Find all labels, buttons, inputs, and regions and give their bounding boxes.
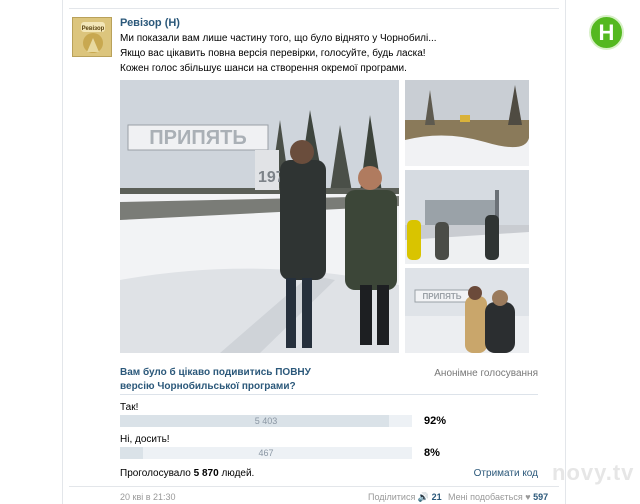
poll-option-bar[interactable]: 5 403 (120, 415, 412, 427)
poll-option-percent: 92% (424, 415, 447, 427)
divider (69, 486, 559, 487)
avatar[interactable]: Ревізор (72, 17, 112, 57)
divider (69, 8, 559, 9)
photo-sign-text: ПРИПЯТЬ (149, 127, 246, 149)
photo-thumb-3[interactable]: ПРИПЯТЬ (405, 268, 529, 353)
poll-total-prefix: Проголосувало (120, 468, 194, 479)
photo-thumb-2[interactable] (405, 170, 529, 264)
poll-option-label[interactable]: Ні, досить! (120, 434, 170, 445)
poll-question[interactable]: Вам було б цікаво подивитись ПОВНУ версі… (120, 366, 345, 394)
divider (120, 394, 538, 395)
get-code-link[interactable]: Отримати код (474, 468, 538, 479)
post-date-link[interactable]: 20 квi в 21:30 (120, 492, 176, 502)
poll-option-votes: 467 (258, 448, 274, 458)
photo-thumb-1-image (405, 80, 529, 166)
share-button[interactable]: Поділитися 🔊 21 (368, 492, 442, 503)
poll-option-label[interactable]: Так! (120, 402, 138, 413)
post-card: Ревізор Ревізор (Н) Ми показали вам лише… (62, 0, 566, 504)
post-text: Ми показали вам лише частину того, що бу… (120, 31, 437, 76)
like-label: Мені подобається (448, 492, 523, 502)
channel-logo: Н (589, 15, 624, 50)
post-text-line: Якщо вас цікавить повна версія перевірки… (120, 48, 426, 59)
share-label: Поділитися (368, 492, 416, 502)
heart-icon: ♥ (525, 492, 531, 502)
post-author-link[interactable]: Ревізор (Н) (120, 17, 180, 29)
poll-option-votes: 5 403 (254, 416, 278, 426)
photo-thumb-2-image (405, 170, 529, 264)
poll-option-percent: 8% (424, 447, 440, 459)
photo-main-image: ПРИПЯТЬ 197 (120, 80, 399, 353)
photo-thumb-sign: ПРИПЯТЬ (423, 292, 462, 301)
share-count: 21 (431, 492, 442, 502)
avatar-text: Ревізор (82, 26, 105, 32)
photo-thumb-1[interactable] (405, 80, 529, 166)
photo-thumb-3-image: ПРИПЯТЬ (405, 268, 529, 353)
like-button[interactable]: Мені подобається ♥ 597 (448, 492, 548, 502)
watermark: novy.tv (552, 460, 635, 485)
poll-total-suffix: людей. (218, 468, 255, 479)
like-count: 597 (533, 492, 549, 502)
post-text-line: Ми показали вам лише частину того, що бу… (120, 33, 437, 44)
post-text-line: Кожен голос збільшує шанси на створення … (120, 63, 407, 74)
avatar-image: Ревізор (73, 18, 111, 56)
poll-type-label: Анонімне голосування (434, 368, 538, 379)
photo-main[interactable]: ПРИПЯТЬ 197 (120, 80, 399, 353)
poll-total-count: 5 870 (193, 468, 219, 479)
megaphone-icon: 🔊 (417, 492, 430, 502)
poll-option-bar[interactable]: 467 (120, 447, 412, 459)
poll-total: Проголосувало 5 870 людей. (120, 468, 254, 479)
